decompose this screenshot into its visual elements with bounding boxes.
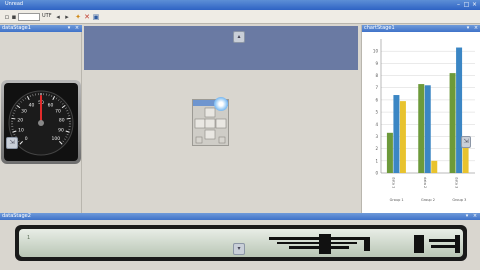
bar	[431, 160, 438, 173]
y-tick-label: 4	[375, 122, 378, 127]
bar	[449, 73, 456, 173]
gauge-tick-label: 100	[52, 136, 61, 142]
y-tick-label: 9	[375, 61, 378, 66]
gauge-tick-label: 30	[21, 109, 27, 115]
gauge-tick-label: 40	[29, 102, 35, 108]
y-tick-label: 5	[375, 110, 378, 115]
bar	[456, 47, 463, 174]
bar	[399, 101, 406, 173]
open-icon[interactable]: ▪	[10, 13, 18, 21]
bottom-panel-header[interactable]: dataStage2 ▾ ×	[0, 213, 480, 220]
dock-bottom-button[interactable]: ▾	[233, 243, 245, 255]
save-icon[interactable]: ▣	[92, 13, 100, 21]
application-window: Unread – □ × ▫ ▪ UTF ◂ ▸ ✦ ✕ ▣ dataStage…	[0, 0, 480, 270]
bar-chart: 0 1 2 3 4 5 6 7 8 9 10 data 1 Group 1 data 2 Group 2 da…	[373, 39, 475, 202]
y-tick-label: 1	[375, 158, 378, 163]
gauge-pin-button[interactable]: ⇲	[6, 137, 18, 149]
x-category-label: data 2	[423, 177, 427, 188]
gauge-tick	[66, 117, 71, 120]
close-button[interactable]: ×	[471, 1, 478, 8]
star-icon[interactable]: ✦	[74, 13, 82, 21]
gauge-tick-label: 70	[55, 109, 61, 115]
dock-top-button[interactable]: ▴	[233, 31, 245, 43]
bar	[418, 84, 425, 173]
prev-icon[interactable]: ◂	[54, 13, 62, 21]
left-panel-title: dataStage1	[2, 25, 31, 31]
bottom-panel-close-button[interactable]: ×	[472, 213, 478, 220]
dock-target-icon[interactable]	[214, 97, 228, 111]
gauge-tick-label: 60	[48, 102, 54, 108]
right-panel: chartStage1 ▾ × 0 1 2 3 4 5 6 7 8 9 10 data 1 Group …	[361, 25, 480, 213]
dock-guide	[194, 107, 227, 144]
x-category-label: data 3	[454, 177, 458, 188]
next-icon[interactable]: ▸	[63, 13, 71, 21]
title-bar[interactable]: Unread – □ ×	[0, 0, 480, 10]
minimize-button[interactable]: –	[455, 1, 462, 8]
gauge-tick-label: 90	[58, 127, 64, 133]
gauge-frame: 0102030405060708090100	[1, 80, 81, 164]
pin-icon[interactable]: ▾	[464, 213, 470, 220]
y-tick-label: 3	[375, 134, 378, 139]
right-panel-header[interactable]: chartStage1 ▾ ×	[362, 25, 480, 32]
gauge-tick	[11, 117, 16, 120]
y-tick-label: 0	[375, 171, 378, 176]
drop-zone-top[interactable]	[84, 26, 358, 70]
close-icon[interactable]: ✕	[83, 13, 91, 21]
y-tick-label: 7	[375, 85, 378, 90]
toolbar: ▫ ▪ UTF ◂ ▸ ✦ ✕ ▣	[0, 10, 480, 24]
x-group-label: Group 1	[390, 198, 404, 202]
gauge-tick-label: 20	[17, 118, 23, 124]
bar	[393, 95, 400, 173]
y-tick-label: 10	[373, 49, 379, 54]
y-tick-label: 6	[375, 97, 378, 102]
speed-gauge: 0102030405060708090100	[4, 83, 78, 161]
bottom-panel-title: dataStage2	[2, 213, 31, 219]
left-panel-close-button[interactable]: ×	[74, 25, 80, 32]
bar	[424, 85, 431, 173]
zoom-input[interactable]	[18, 13, 40, 21]
left-panel-header[interactable]: dataStage1 ▾ ×	[0, 25, 82, 32]
pin-icon[interactable]: ▾	[465, 25, 471, 32]
zoom-label: UTF	[42, 13, 52, 19]
x-group-label: Group 3	[452, 198, 466, 202]
gauge-tick-label: 10	[18, 127, 24, 133]
x-category-label: data 1	[392, 177, 396, 188]
x-group-label: Group 2	[421, 198, 435, 202]
chart-pin-button[interactable]: ⇲	[461, 136, 471, 148]
window-title: Unread	[5, 1, 24, 7]
right-panel-title: chartStage1	[364, 25, 395, 31]
y-tick-label: 8	[375, 73, 378, 78]
gauge-hub	[38, 120, 44, 126]
gauge-tick-label: 80	[59, 118, 65, 124]
bar	[386, 132, 393, 173]
pin-icon[interactable]: ▾	[66, 25, 72, 32]
gauge-tick-label: 0	[25, 136, 28, 142]
y-tick-label: 2	[375, 146, 378, 151]
gauge-dial: 0102030405060708090100	[8, 90, 74, 156]
right-panel-close-button[interactable]: ×	[473, 25, 479, 32]
maximize-button[interactable]: □	[463, 1, 470, 8]
